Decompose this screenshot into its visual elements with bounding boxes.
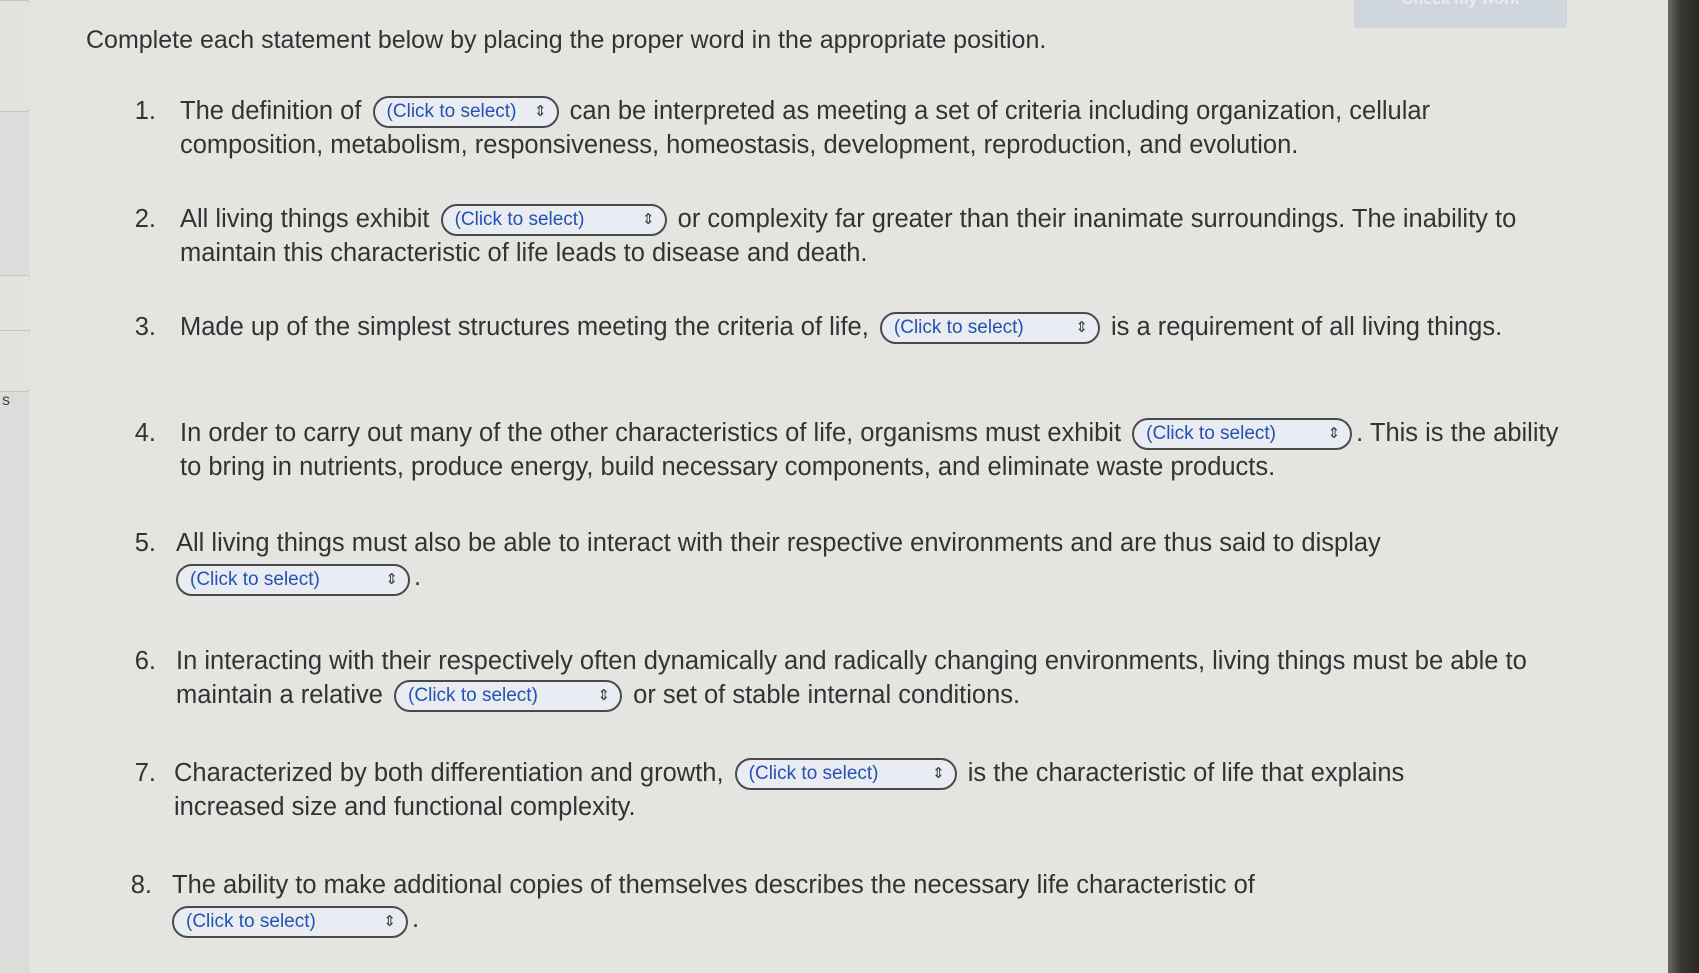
check-my-work-button[interactable]: Check my work xyxy=(1354,0,1567,28)
question-text-after: . xyxy=(414,563,422,591)
question-text-after: or set of stable internal conditions. xyxy=(633,681,1021,709)
answer-select[interactable]: (Click to select) ⇕ xyxy=(879,312,1100,345)
check-my-work-label: Check my work xyxy=(1402,0,1519,9)
question-text: Characterized by both differentiation an… xyxy=(174,756,1514,824)
up-down-chevron-icon: ⇕ xyxy=(641,211,655,229)
question-number: 5. xyxy=(134,529,156,557)
answer-select[interactable]: (Click to select) ⇕ xyxy=(172,906,408,939)
select-placeholder: (Click to select) xyxy=(408,685,538,707)
question-text-before: In order to carry out many of the other … xyxy=(180,419,1122,447)
question-text-before: All living things exhibit xyxy=(180,205,430,233)
question-number: 4. xyxy=(134,419,156,447)
answer-select[interactable]: (Click to select) ⇕ xyxy=(394,680,623,713)
up-down-chevron-icon: ⇕ xyxy=(1327,425,1341,443)
up-down-chevron-icon: ⇕ xyxy=(1075,319,1088,337)
question-number: 3. xyxy=(134,313,156,341)
question-number: 8. xyxy=(130,871,152,899)
question-text: The ability to make additional copies of… xyxy=(172,868,1502,939)
select-placeholder: (Click to select) xyxy=(454,209,585,231)
question-text: The definition of (Click to select) ⇕ can… xyxy=(180,94,1510,162)
instructions: Complete each statement below by placing… xyxy=(86,26,1047,54)
select-placeholder: (Click to select) xyxy=(186,911,316,933)
question-text-before: Made up of the simplest structures meeti… xyxy=(180,313,869,341)
left-tab[interactable] xyxy=(0,330,31,392)
question-number: 1. xyxy=(134,97,156,125)
question-text: All living things exhibit (Click to sele… xyxy=(180,202,1555,270)
question-text-after: is a requirement of all living things. xyxy=(1111,313,1503,341)
question-text-before: All living things must also be able to i… xyxy=(176,529,1381,557)
up-down-chevron-icon: ⇕ xyxy=(932,765,945,783)
question-text-before: The definition of xyxy=(180,97,362,125)
question-text-before: Characterized by both differentiation an… xyxy=(174,759,724,787)
question-number: 6. xyxy=(134,647,156,675)
up-down-chevron-icon: ⇕ xyxy=(383,913,396,931)
question-text-after: can be interpreted as meeting a set of c… xyxy=(180,97,1431,160)
left-panel-edge: s xyxy=(0,0,31,973)
question-number: 7. xyxy=(134,759,156,787)
select-placeholder: (Click to select) xyxy=(748,763,879,785)
question-text-before: The ability to make additional copies of… xyxy=(172,871,1255,899)
answer-select[interactable]: (Click to select) ⇕ xyxy=(440,204,667,237)
select-placeholder: (Click to select) xyxy=(386,101,517,123)
up-down-chevron-icon: ⇕ xyxy=(533,103,547,121)
left-tab[interactable] xyxy=(0,275,31,332)
question-text: All living things must also be able to i… xyxy=(176,526,1506,597)
question-number: 2. xyxy=(134,205,156,233)
question-text-after: . xyxy=(412,905,420,933)
up-down-chevron-icon: ⇕ xyxy=(385,571,398,589)
answer-select[interactable]: (Click to select) ⇕ xyxy=(1132,418,1353,451)
left-tab[interactable] xyxy=(0,0,31,112)
select-placeholder: (Click to select) xyxy=(190,569,320,591)
question-text: Made up of the simplest structures meeti… xyxy=(180,310,1510,345)
select-placeholder: (Click to select) xyxy=(1146,423,1277,445)
answer-select[interactable]: (Click to select) ⇕ xyxy=(734,758,957,791)
select-placeholder: (Click to select) xyxy=(893,317,1024,339)
question-text: In order to carry out many of the other … xyxy=(180,416,1566,484)
up-down-chevron-icon: ⇕ xyxy=(597,687,611,705)
answer-select[interactable]: (Click to select) ⇕ xyxy=(372,96,559,129)
sidebar-letter: s xyxy=(2,392,10,409)
screen-bezel xyxy=(1668,0,1699,973)
question-text: In interacting with their respectively o… xyxy=(176,644,1566,713)
answer-select[interactable]: (Click to select) ⇕ xyxy=(176,564,410,597)
